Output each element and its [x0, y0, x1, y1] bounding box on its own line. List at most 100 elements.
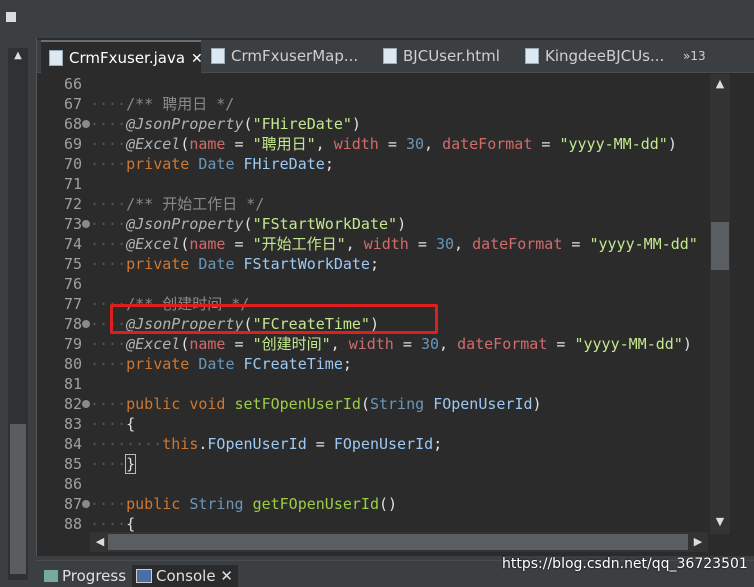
- line-number: 85: [63, 455, 82, 473]
- window-menu-icon[interactable]: [6, 12, 16, 22]
- tab-label: Console: [156, 567, 216, 585]
- scroll-left-icon[interactable]: ◀: [94, 536, 106, 548]
- line-number: 67: [63, 95, 82, 113]
- keyword: void: [189, 395, 226, 413]
- annotation: @Excel: [126, 135, 181, 153]
- string-literal: "yyyy-MM-dd": [574, 335, 683, 353]
- type-name: Date: [198, 255, 235, 273]
- line-number: 83: [63, 415, 82, 433]
- tab-label: CrmFxuser.java: [69, 49, 186, 67]
- keyword: private: [126, 355, 190, 373]
- number-literal: 30: [435, 235, 454, 253]
- progress-icon: [44, 569, 58, 582]
- more-tabs-button[interactable]: »13: [683, 40, 723, 72]
- editor-tab-bar: CrmFxuser.java ✕ CrmFxuserMap... BJCUser.…: [37, 40, 754, 74]
- line-number: 68: [63, 115, 82, 133]
- param-name: width: [333, 135, 379, 153]
- horizontal-scrollbar[interactable]: ◀ ▶: [90, 532, 708, 552]
- tab-kingdeebjcus[interactable]: KingdeeBJCUs...: [517, 40, 677, 72]
- line-number: 79: [63, 335, 82, 353]
- vertical-scrollbar[interactable]: ▲ ▼: [710, 74, 730, 534]
- left-scrollbar[interactable]: ▲: [8, 48, 28, 580]
- line-number: 73: [63, 215, 82, 233]
- keyword: public: [126, 495, 181, 513]
- line-number: 78: [63, 315, 82, 333]
- scroll-up-icon[interactable]: ▲: [12, 50, 24, 62]
- horizontal-scroll-thumb[interactable]: [108, 534, 688, 550]
- code-line: ····{: [90, 415, 136, 433]
- left-scroll-thumb[interactable]: [10, 424, 26, 574]
- param-name: name: [189, 235, 226, 253]
- tab-crmfxuser-java[interactable]: CrmFxuser.java ✕: [41, 40, 203, 74]
- watermark: https://blog.csdn.net/qq_36723501: [502, 556, 748, 572]
- method-name: setFOpenUserId: [234, 395, 361, 413]
- tab-progress[interactable]: Progress: [40, 565, 132, 587]
- type-name: String: [369, 395, 425, 413]
- code-line: ····/** 聘用日 */: [90, 95, 235, 113]
- code-line: ····private Date FCreateTime;: [90, 355, 352, 373]
- code-line: ····private Date FHireDate;: [90, 155, 334, 173]
- keyword: public: [126, 395, 181, 413]
- fold-marker-icon[interactable]: [82, 120, 90, 128]
- close-icon[interactable]: ✕: [191, 51, 203, 67]
- close-icon[interactable]: ✕: [220, 567, 233, 585]
- scroll-up-icon[interactable]: ▲: [714, 78, 726, 90]
- brace: }: [125, 454, 137, 474]
- tab-label: CrmFxuserMap...: [231, 47, 359, 65]
- code-line: ····public void setFOpenUserId(String FO…: [90, 395, 542, 413]
- xml-file-icon: [211, 47, 225, 64]
- vertical-scroll-thumb[interactable]: [711, 222, 729, 270]
- scroll-right-icon[interactable]: ▶: [692, 536, 704, 548]
- xml-file-icon: [525, 47, 539, 64]
- annotation: @Excel: [126, 335, 181, 353]
- string-literal: "开始工作日": [252, 235, 346, 253]
- param-name: width: [363, 235, 409, 253]
- number-literal: 30: [420, 335, 439, 353]
- fold-marker-icon[interactable]: [82, 220, 90, 228]
- annotation: @JsonProperty: [126, 215, 244, 233]
- brace: {: [126, 415, 136, 433]
- keyword: private: [126, 155, 190, 173]
- line-number: 81: [63, 375, 82, 393]
- line-number: 72: [63, 195, 82, 213]
- type-name: Date: [198, 355, 235, 373]
- param-name: width: [348, 335, 394, 353]
- scroll-down-icon[interactable]: ▼: [714, 516, 726, 528]
- string-literal: "FStartWorkDate": [252, 215, 398, 233]
- tab-bjcuser-html[interactable]: BJCUser.html: [375, 40, 515, 72]
- line-number: 84: [63, 435, 82, 453]
- line-number: 82: [63, 395, 82, 413]
- param-name: name: [189, 335, 226, 353]
- fold-marker-icon[interactable]: [82, 500, 90, 508]
- annotation: @JsonProperty: [126, 115, 244, 133]
- param-name: FOpenUserId: [433, 395, 533, 413]
- type-name: String: [189, 495, 244, 513]
- line-number: 76: [63, 275, 82, 293]
- line-number: 70: [63, 155, 82, 173]
- field-name: FHireDate: [243, 155, 325, 173]
- fold-marker-icon[interactable]: [82, 400, 90, 408]
- code-line: ········this.FOpenUserId = FOpenUserId;: [90, 435, 443, 453]
- line-number: 69: [63, 135, 82, 153]
- console-icon: [136, 568, 152, 583]
- keyword: private: [126, 255, 190, 273]
- tab-crmfxusermap[interactable]: CrmFxuserMap...: [203, 40, 371, 72]
- method-name: getFOpenUserId: [252, 495, 379, 513]
- field-name: FCreateTime: [243, 355, 343, 373]
- line-number: 87: [63, 495, 82, 513]
- code-line: ····private Date FStartWorkDate;: [90, 255, 379, 273]
- brace: {: [126, 515, 136, 533]
- line-number: 80: [63, 355, 82, 373]
- tab-label: BJCUser.html: [403, 47, 500, 65]
- param-name: name: [189, 135, 226, 153]
- code-line: ····@Excel(name = "创建时间", width = 30, da…: [90, 335, 692, 353]
- line-number: 71: [63, 175, 82, 193]
- html-file-icon: [383, 47, 397, 64]
- code-line: ····}: [90, 454, 137, 474]
- more-tabs-label: »13: [683, 49, 706, 63]
- comment: /** 聘用日 */: [126, 95, 235, 113]
- field-name: FStartWorkDate: [243, 255, 370, 273]
- fold-marker-icon[interactable]: [82, 320, 90, 328]
- tab-label: Progress: [62, 567, 127, 585]
- tab-console[interactable]: Console ✕: [132, 565, 238, 587]
